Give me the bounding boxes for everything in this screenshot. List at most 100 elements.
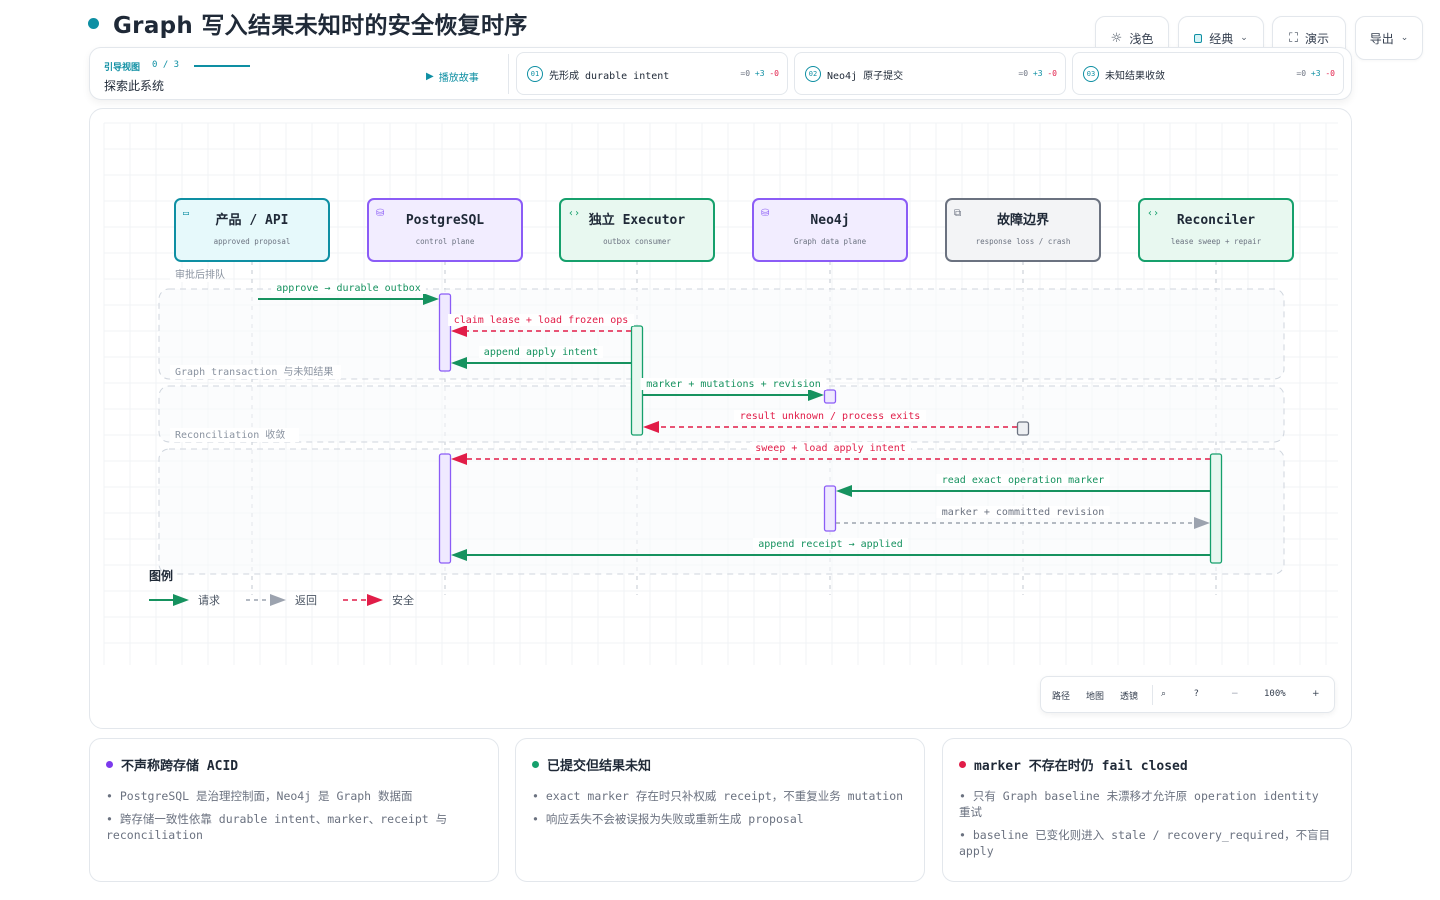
search-icon[interactable]: ⌕ bbox=[1161, 689, 1166, 699]
guide-divider bbox=[508, 54, 509, 94]
chevron-down-icon: ⌄ bbox=[1240, 33, 1248, 43]
card-bullets: • PostgreSQL 是治理控制面，Neo4j 是 Graph 数据面 • … bbox=[106, 788, 482, 843]
theme-select-label: 经典 bbox=[1209, 31, 1234, 46]
card-dot-icon bbox=[959, 761, 966, 768]
participant-subtitle: response loss / crash bbox=[976, 237, 1071, 246]
activation-bar bbox=[823, 389, 837, 404]
message-label: sweep + load apply intent bbox=[755, 443, 906, 454]
card-bullets: • 只有 Graph baseline 未漂移才允许原 operation id… bbox=[959, 788, 1335, 859]
page-title: Graph 写入结果未知时的安全恢复时序 bbox=[113, 13, 528, 39]
legend-arrowhead bbox=[367, 594, 383, 606]
activation-bar bbox=[1209, 453, 1223, 564]
participant-name: Reconciler bbox=[1177, 213, 1255, 228]
play-story-button[interactable]: ▶ 播放故事 bbox=[426, 69, 479, 84]
export-label: 导出 bbox=[1369, 31, 1394, 46]
guide-step-3[interactable]: 03 未知结果收敛 =0 +3 -0 bbox=[1072, 52, 1344, 95]
participant-name: 故障边界 bbox=[997, 212, 1049, 228]
export-button[interactable]: 导出 ⌄ bbox=[1355, 16, 1423, 60]
path-toggle[interactable]: 路径 bbox=[1052, 689, 1070, 702]
participant-name: 独立 Executor bbox=[589, 212, 686, 228]
diagram-canvas[interactable]: 审批后排队 Graph transaction 与未知结果 Reconciliati… bbox=[89, 108, 1352, 729]
external-link-icon: ⧉ bbox=[954, 208, 961, 219]
fullscreen-icon: ⛶ bbox=[1288, 30, 1299, 46]
legend-label: 安全 bbox=[392, 593, 414, 607]
message-label: claim lease + load frozen ops bbox=[454, 315, 629, 326]
guide-step-2[interactable]: 02 Neo4j 原子提交 =0 +3 -0 bbox=[794, 52, 1066, 95]
sequence-diagram: 审批后排队 Graph transaction 与未知结果 Reconciliati… bbox=[103, 122, 1338, 665]
participant-name: PostgreSQL bbox=[406, 213, 484, 228]
participant-subtitle: control plane bbox=[416, 237, 475, 246]
map-toggle[interactable]: 地图 bbox=[1086, 689, 1104, 702]
zoom-in-button[interactable]: + bbox=[1312, 689, 1320, 699]
message-label: read exact operation marker bbox=[942, 475, 1105, 486]
step-number: 03 bbox=[1083, 66, 1099, 82]
guide-step-1[interactable]: 01 先形成 durable intent =0 +3 -0 bbox=[516, 52, 788, 95]
card-bullet: • 响应丢失不会被误报为失败或重新生成 proposal bbox=[532, 812, 804, 826]
card-title: 不声称跨存储 ACID bbox=[121, 759, 239, 774]
activation-bar bbox=[438, 453, 452, 564]
database-icon: ⛁ bbox=[761, 208, 769, 219]
message-label: result unknown / process exits bbox=[740, 411, 921, 422]
zoom-out-button[interactable]: − bbox=[1231, 689, 1239, 699]
step-delta: =0 +3 -0 bbox=[1018, 69, 1057, 78]
play-story-label: 播放故事 bbox=[438, 73, 479, 84]
card-bullet: • 跨存储一致性依靠 durable intent、marker、receipt… bbox=[106, 812, 448, 842]
message-label: append apply intent bbox=[484, 347, 598, 358]
message-label: marker + mutations + revision bbox=[646, 379, 821, 390]
note-card-2: 已提交但结果未知 • exact marker 存在时只补权威 receipt，… bbox=[515, 738, 925, 882]
step-title: Neo4j 原子提交 bbox=[827, 71, 904, 82]
message-label: append receipt → applied bbox=[758, 539, 903, 550]
step-delta: =0 +3 -0 bbox=[1296, 69, 1335, 78]
guide-count: 0 / 3 bbox=[152, 60, 180, 70]
card-title: marker 不存在时仍 fail closed bbox=[974, 759, 1188, 774]
step-title: 未知结果收敛 bbox=[1105, 71, 1165, 82]
participant-subtitle: approved proposal bbox=[214, 237, 291, 246]
card-bullet: • 只有 Graph baseline 未漂移才允许原 operation id… bbox=[959, 789, 1319, 819]
participant-box bbox=[174, 198, 330, 262]
swatch-icon bbox=[1194, 33, 1203, 43]
present-label: 演示 bbox=[1305, 31, 1330, 46]
participant-subtitle: Graph data plane bbox=[794, 237, 867, 246]
group-label: Reconciliation 收敛 bbox=[175, 428, 285, 441]
legend-title: 图例 bbox=[149, 568, 173, 583]
card-bullet: • baseline 已变化则进入 stale / recovery_requi… bbox=[959, 828, 1331, 858]
legend-arrowhead bbox=[173, 594, 189, 606]
participant-name: 产品 / API bbox=[216, 212, 289, 228]
step-title: 先形成 durable intent bbox=[549, 71, 670, 82]
group-label: Graph transaction 与未知结果 bbox=[175, 365, 333, 378]
participant-name: Neo4j bbox=[810, 213, 849, 228]
participant-box bbox=[752, 198, 908, 262]
zoom-controls: 路径 地图 透镜 ⌕ ? − 100% + bbox=[1040, 676, 1335, 713]
code-icon: ‹› bbox=[1147, 208, 1159, 219]
page-header: Graph 写入结果未知时的安全恢复时序 bbox=[88, 6, 528, 40]
card-title: 已提交但结果未知 bbox=[547, 759, 652, 774]
participant-subtitle: outbox consumer bbox=[603, 237, 671, 246]
card-dot-icon bbox=[106, 761, 113, 768]
lens-toggle[interactable]: 透镜 bbox=[1120, 689, 1138, 702]
step-number: 02 bbox=[805, 66, 821, 82]
legend-label: 返回 bbox=[295, 594, 317, 607]
legend-label: 请求 bbox=[198, 594, 220, 607]
guide-intro: 引导视图 0 / 3 探索此系统 ▶ 播放故事 bbox=[104, 58, 504, 93]
card-bullets: • exact marker 存在时只补权威 receipt，不重复业务 mut… bbox=[532, 788, 908, 827]
message-label: marker + committed revision bbox=[942, 507, 1105, 518]
participant-box bbox=[367, 198, 523, 262]
code-icon: ‹› bbox=[568, 208, 580, 219]
activation-bar bbox=[1016, 421, 1030, 436]
chevron-down-icon: ⌄ bbox=[1400, 33, 1409, 43]
step-delta: =0 +3 -0 bbox=[740, 69, 779, 78]
activation-bar bbox=[438, 293, 452, 372]
note-card-1: 不声称跨存储 ACID • PostgreSQL 是治理控制面，Neo4j 是 … bbox=[89, 738, 499, 882]
status-dot-icon bbox=[88, 17, 99, 29]
guide-panel: 引导视图 0 / 3 探索此系统 ▶ 播放故事 01 先形成 durable i… bbox=[89, 47, 1352, 100]
step-number: 01 bbox=[527, 66, 543, 82]
card-bullet: • exact marker 存在时只补权威 receipt，不重复业务 mut… bbox=[532, 789, 904, 803]
help-icon[interactable]: ? bbox=[1194, 689, 1199, 699]
guide-progress-bar bbox=[194, 65, 250, 67]
note-card-3: marker 不存在时仍 fail closed • 只有 Graph base… bbox=[942, 738, 1352, 882]
participant-box bbox=[1138, 198, 1294, 262]
guide-subtitle: 探索此系统 bbox=[104, 79, 165, 93]
card-bullet: • PostgreSQL 是治理控制面，Neo4j 是 Graph 数据面 bbox=[106, 789, 413, 803]
participant-box bbox=[559, 198, 715, 262]
play-icon: ▶ bbox=[426, 71, 434, 82]
